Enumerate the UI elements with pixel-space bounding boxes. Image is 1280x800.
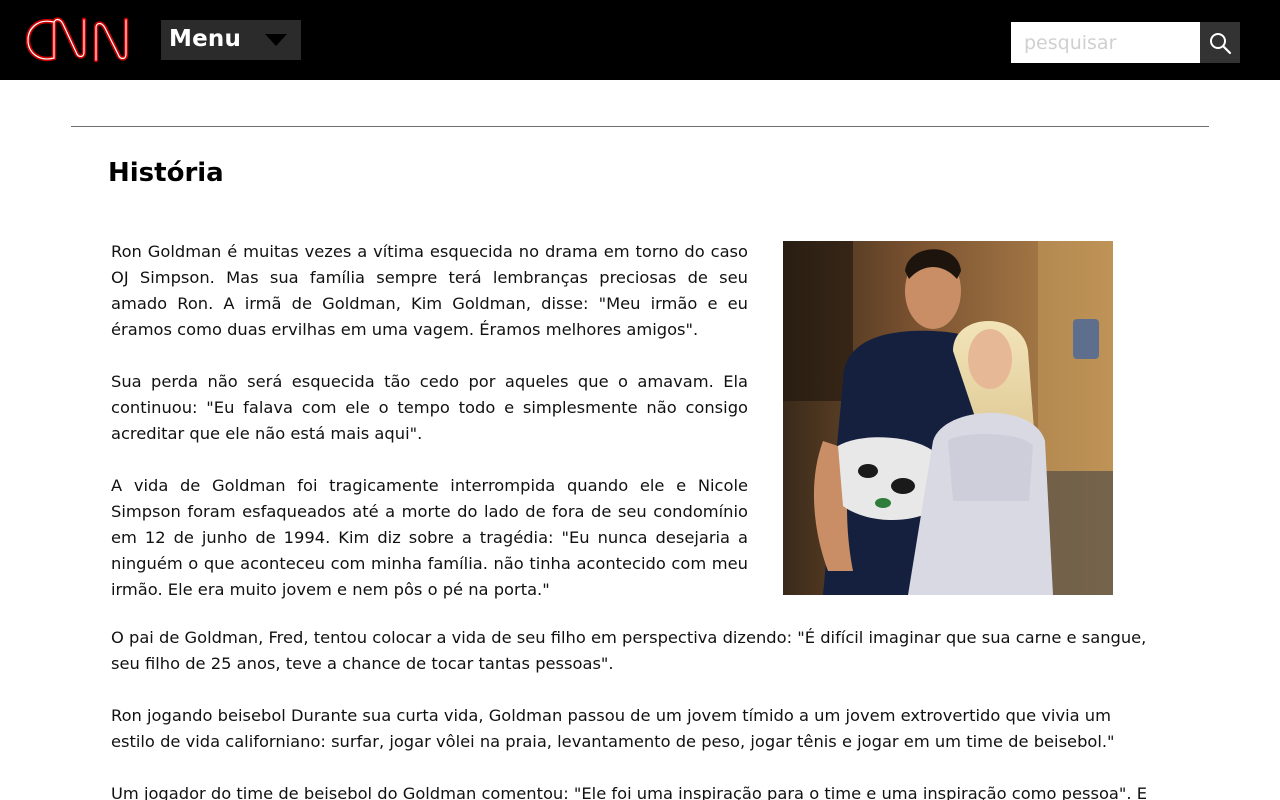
section-divider [71,126,1209,127]
top-navigation-bar: Menu [0,0,1280,80]
article-photo [783,241,1113,595]
article-paragraph: Ron Goldman é muitas vezes a vítima esqu… [111,242,748,339]
article-paragraph: O pai de Goldman, Fred, tentou colocar a… [111,628,1147,673]
article-paragraph: Sua perda não será esquecida tão cedo po… [111,372,748,443]
cnn-logo[interactable] [24,12,136,68]
caret-down-icon [265,34,287,46]
menu-button[interactable]: Menu [161,20,301,60]
search-button[interactable] [1200,22,1240,63]
search-input[interactable] [1011,22,1200,63]
article-paragraph: Ron jogando beisebol Durante sua curta v… [111,706,1115,751]
article-paragraph: A vida de Goldman foi tragicamente inter… [111,476,748,599]
page-title: História [108,158,224,188]
search-icon [1210,33,1232,55]
menu-label: Menu [169,26,242,52]
article-paragraph: Um jogador do time de beisebol do Goldma… [111,784,1148,800]
